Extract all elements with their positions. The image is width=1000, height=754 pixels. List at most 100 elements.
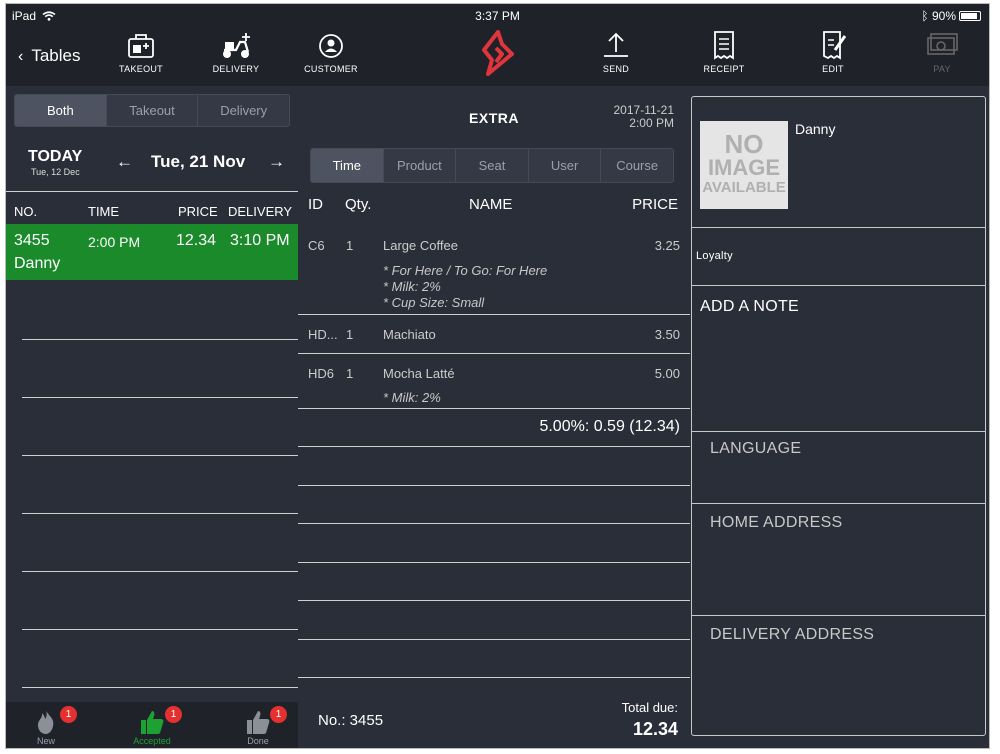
takeout-bag-icon	[128, 34, 154, 58]
item-name: Machiato	[383, 327, 436, 342]
receipt-icon	[714, 31, 734, 60]
flame-logo-icon	[482, 30, 514, 76]
order-price: 12.34	[176, 232, 217, 249]
ticket-panel: EXTRA 2017-11-21 2:00 PM Time Product Se…	[298, 86, 690, 748]
order-number: No.: 3455	[318, 712, 384, 729]
edit-button[interactable]: EDIT	[793, 30, 873, 74]
order-status-tabs: New 1 Accepted 1 Done 1	[6, 702, 298, 748]
order-row[interactable]: 3455 2:00 PM 12.34 3:10 PM Danny	[6, 224, 298, 280]
order-time: 2:00 PM	[88, 234, 141, 250]
flame-icon	[38, 710, 54, 734]
today-button[interactable]: TODAY	[28, 148, 82, 166]
scooter-icon	[223, 33, 250, 58]
delivery-button[interactable]: DELIVERY	[196, 30, 276, 74]
filter-takeout-tab[interactable]: Takeout	[106, 95, 199, 126]
sort-product-tab[interactable]: Product	[383, 149, 457, 182]
orders-panel: Both Takeout Delivery TODAY Tue, 12 Dec …	[6, 86, 298, 748]
home-address-section[interactable]: HOME ADDRESS	[692, 503, 985, 615]
loyalty-section[interactable]: Loyalty	[692, 227, 985, 285]
item-modifier: * Milk: 2%	[383, 279, 441, 294]
item-modifier: * For Here / To Go: For Here	[383, 263, 548, 278]
send-button[interactable]: SEND	[576, 30, 656, 74]
row-divider	[22, 513, 298, 514]
prev-day-arrow-icon[interactable]: ←	[116, 152, 133, 172]
row-divider	[298, 600, 690, 601]
status-time: 3:37 PM	[475, 9, 520, 23]
lightspeed-logo	[480, 30, 516, 81]
row-divider	[22, 455, 298, 456]
top-toolbar: iPad 3:37 PM ᛒ 90% ‹ Tables TAKEOUT DELIV…	[6, 4, 989, 86]
thumbs-up-icon	[141, 711, 164, 734]
ipad-screen: iPad 3:37 PM ᛒ 90% ‹ Tables TAKEOUT DELIV…	[6, 4, 989, 748]
item-name: Mocha Latté	[383, 366, 455, 381]
item-divider	[298, 408, 690, 409]
battery-icon	[959, 11, 981, 21]
row-divider	[22, 571, 298, 572]
sort-user-tab[interactable]: User	[528, 149, 602, 182]
customer-button[interactable]: CUSTOMER	[291, 30, 371, 74]
row-divider	[22, 397, 298, 398]
item-divider	[298, 353, 690, 354]
home-address-field: HOME ADDRESS	[710, 514, 843, 531]
selected-date: Tue, 21 Nov	[151, 152, 246, 171]
col-time: TIME	[88, 204, 120, 219]
col-id: ID	[308, 196, 323, 213]
sort-course-tab[interactable]: Course	[601, 149, 673, 182]
next-day-arrow-icon[interactable]: →	[268, 152, 285, 172]
item-name: Large Coffee	[383, 238, 458, 253]
filter-delivery-tab[interactable]: Delivery	[198, 95, 289, 126]
item-divider	[298, 314, 690, 315]
chevron-left-icon: ‹	[18, 48, 24, 65]
customer-photo-placeholder[interactable]: NO IMAGE AVAILABLE	[700, 121, 788, 209]
cash-icon	[927, 33, 958, 55]
order-customer-name: Danny	[14, 255, 61, 272]
item-id: HD...	[308, 327, 338, 342]
back-to-tables-button[interactable]: ‹ Tables	[18, 46, 80, 66]
item-qty: 1	[346, 238, 354, 253]
send-upload-icon	[604, 32, 628, 57]
sort-seat-tab[interactable]: Seat	[456, 149, 529, 182]
sort-time-tab[interactable]: Time	[311, 149, 384, 182]
row-divider	[22, 629, 298, 630]
ticket-item[interactable]: C6 1 Large Coffee 3.25 * For Here / To G…	[298, 238, 690, 314]
receipt-button[interactable]: RECEIPT	[684, 30, 764, 74]
item-id: C6	[308, 238, 325, 253]
row-divider	[22, 339, 298, 340]
customer-icon	[319, 34, 343, 58]
col-price: PRICE	[178, 204, 218, 219]
bluetooth-icon: ᛒ	[921, 9, 929, 23]
total-due-label: Total due:	[621, 700, 678, 715]
item-price: 3.25	[654, 238, 680, 253]
today-date: Tue, 12 Dec	[31, 167, 80, 177]
item-id: HD6	[308, 366, 335, 381]
note-section[interactable]: ADD A NOTE	[692, 285, 985, 431]
add-note-field: ADD A NOTE	[700, 298, 800, 315]
col-name: NAME	[469, 196, 513, 213]
ticket-item[interactable]: HD6 1 Mocha Latté 5.00 * Milk: 2%	[298, 366, 690, 406]
orders-table-header: NO. TIME PRICE DELIVERY	[6, 191, 298, 223]
filter-both-tab[interactable]: Both	[15, 95, 107, 126]
accepted-count-badge: 1	[165, 706, 182, 723]
row-divider	[298, 562, 690, 563]
tax-line: 5.00%: 0.59 (12.34)	[539, 418, 680, 435]
delivery-address-section[interactable]: DELIVERY ADDRESS	[692, 615, 985, 735]
row-divider	[298, 639, 690, 640]
order-type-filter: Both Takeout Delivery	[14, 94, 290, 127]
status-bar: iPad 3:37 PM ᛒ 90%	[6, 7, 989, 25]
col-price: PRICE	[632, 196, 678, 213]
pay-button[interactable]: PAY	[902, 30, 982, 74]
thumbs-up-icon	[247, 711, 270, 734]
row-divider	[22, 687, 298, 688]
new-count-badge: 1	[60, 706, 77, 723]
row-divider	[298, 677, 690, 678]
done-count-badge: 1	[270, 706, 287, 723]
tab-accepted[interactable]: Accepted 1	[122, 706, 182, 746]
ticket-item[interactable]: HD... 1 Machiato 3.50	[298, 327, 690, 351]
takeout-button[interactable]: TAKEOUT	[101, 30, 181, 74]
tab-done[interactable]: Done 1	[228, 706, 288, 746]
edit-receipt-icon	[823, 31, 847, 60]
tab-new[interactable]: New 1	[16, 706, 77, 746]
ticket-footer: No.: 3455 Total due: 12.34	[298, 688, 690, 748]
language-section[interactable]: LANGUAGE	[692, 431, 985, 503]
language-field: LANGUAGE	[710, 440, 802, 457]
